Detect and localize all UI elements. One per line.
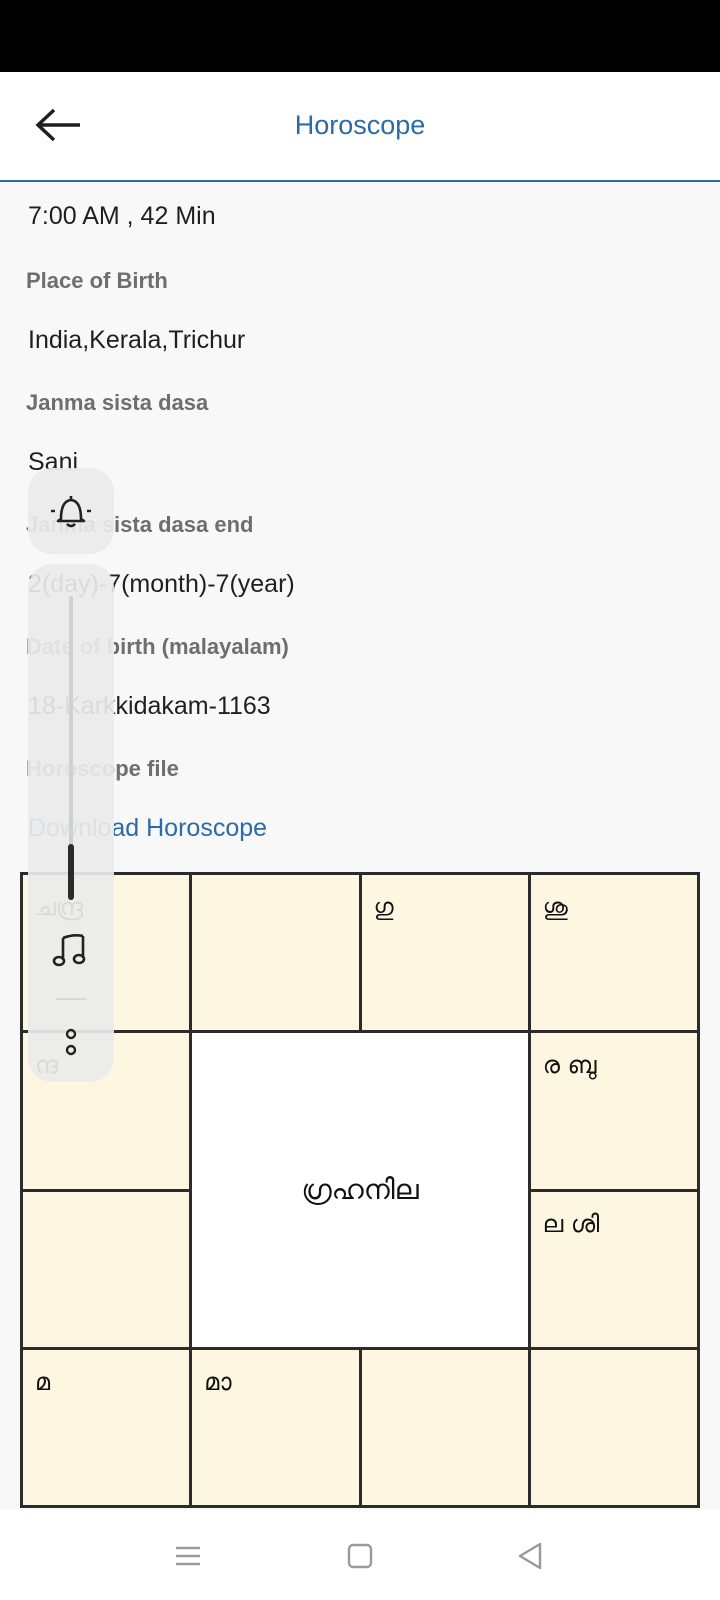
chart-cell [361,1349,528,1505]
status-bar [0,0,720,72]
ringer-mode-button[interactable] [28,468,114,554]
place-of-birth-label: Place of Birth [26,268,168,293]
chart-cell: മ [23,1349,190,1505]
page-title: Horoscope [294,110,426,140]
dasa-end-value: 2(day)-7(month)-7(year) [28,570,295,598]
more-button[interactable] [61,1022,81,1066]
chart-cell [192,875,359,1031]
divider [56,998,86,1000]
back-icon [518,1542,542,1570]
bell-icon [51,496,91,528]
dob-malayalam-value: 18-Karkkidakam-1163 [28,692,271,720]
menu-icon [176,1546,200,1566]
home-icon [347,1543,373,1569]
download-horoscope-link[interactable]: Download Horoscope [28,814,720,843]
navigation-bar [0,1510,720,1600]
music-note-icon [52,934,86,967]
more-vert-icon [65,1028,77,1056]
janma-sista-dasa-value: Sani [28,448,79,476]
chart-cell: ഗു [361,875,528,1031]
chart-cell [23,1191,190,1347]
app-bar: Horoscope [0,72,720,182]
janma-sista-dasa-label: Janma sista dasa [26,390,209,415]
system-back-button[interactable] [510,1536,550,1576]
chart-cell: മാ [192,1349,359,1505]
dasa-end-label: Janma sista dasa end [26,512,254,537]
dob-malayalam-label: Date of birth (malayalam) [26,634,289,659]
chart-cell: ര ബു [530,1033,697,1189]
chart-cell [530,1349,697,1505]
chart-center-title: ഗ്രഹനില [192,1033,528,1347]
chart-cell: ശു [530,875,697,1031]
volume-panel [28,564,114,1082]
horoscope-chart: ചന്ദ്ര ഗു ശു ന്ദ ഗ്രഹനില ര ബു ല ശി മ മാ [20,872,700,1508]
chart-cell: ല ശി [530,1191,697,1347]
recents-button[interactable] [168,1536,208,1576]
media-volume-button[interactable] [50,930,92,972]
home-button[interactable] [340,1536,380,1576]
birth-time-value: 7:00 AM , 42 Min [28,202,216,230]
horoscope-file-label: Horoscope file [26,756,179,781]
place-of-birth-value: India,Kerala,Trichur [28,326,246,354]
volume-level[interactable] [68,844,74,900]
